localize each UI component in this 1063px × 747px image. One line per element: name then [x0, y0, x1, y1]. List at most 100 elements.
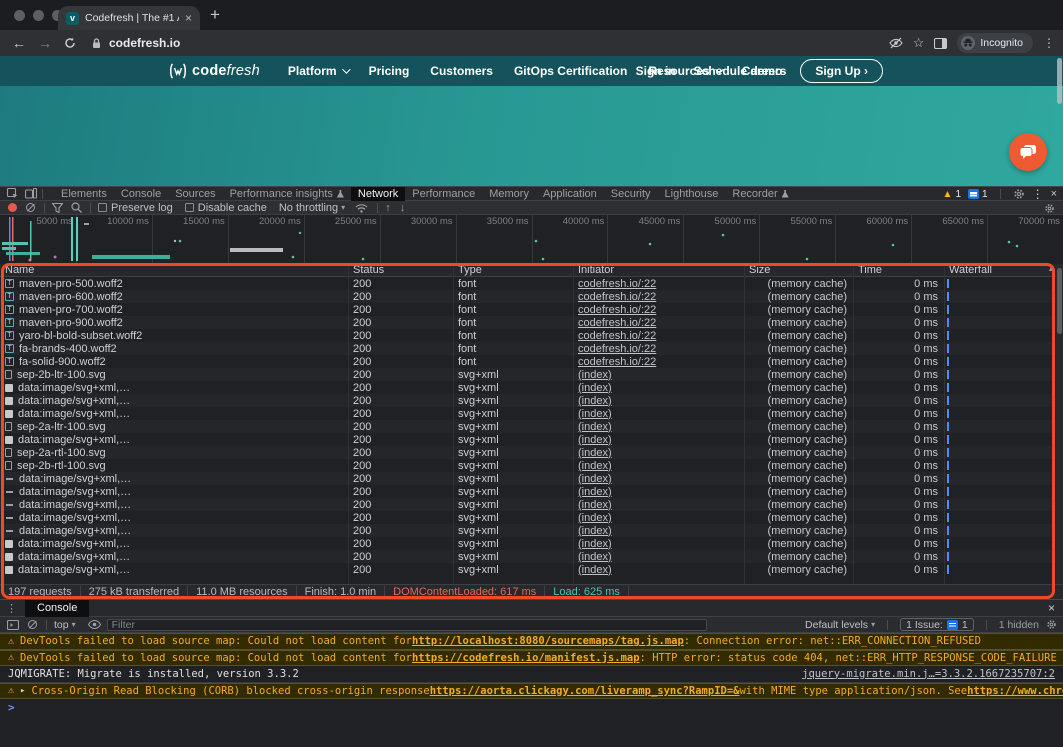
window-close-button[interactable] — [14, 10, 25, 21]
context-selector-dropdown[interactable]: top ▾ — [54, 619, 76, 631]
disable-cache-checkbox[interactable]: Disable cache — [185, 202, 267, 214]
drawer-menu-icon[interactable]: ⋮ — [6, 602, 17, 615]
throttling-dropdown[interactable]: No throttling ▾ — [279, 202, 345, 214]
browser-menu-icon[interactable]: ⋮ — [1043, 36, 1055, 50]
tab-elements[interactable]: Elements — [54, 187, 114, 201]
column-header-type[interactable]: Type — [453, 264, 573, 276]
inspect-element-icon[interactable] — [7, 188, 18, 199]
initiator-link[interactable]: (index) — [578, 525, 612, 537]
table-row[interactable]: fa-brands-400.woff2200fontcodefresh.io/:… — [0, 342, 1063, 355]
network-settings-gear-icon[interactable] — [1044, 203, 1055, 214]
table-row[interactable]: data:image/svg+xml,…200svg+xml(index)(me… — [0, 472, 1063, 485]
initiator-link[interactable]: codefresh.io/:22 — [578, 330, 656, 342]
tab-lighthouse[interactable]: Lighthouse — [658, 187, 726, 201]
tab-security[interactable]: Security — [604, 187, 658, 201]
initiator-link[interactable]: (index) — [578, 473, 612, 485]
column-divider[interactable] — [453, 264, 454, 584]
tab-application[interactable]: Application — [536, 187, 604, 201]
column-header-time[interactable]: Time — [853, 264, 944, 276]
chat-widget-button[interactable] — [1009, 133, 1047, 171]
table-row[interactable]: maven-pro-900.woff2200fontcodefresh.io/:… — [0, 316, 1063, 329]
tab-recorder[interactable]: Recorder — [725, 187, 795, 201]
console-filter-input[interactable] — [107, 619, 707, 631]
table-row[interactable]: data:image/svg+xml,…200svg+xml(index)(me… — [0, 485, 1063, 498]
codefresh-logo[interactable]: codefresh — [168, 62, 260, 80]
page-scrollbar[interactable] — [1057, 58, 1062, 104]
initiator-link[interactable]: (index) — [578, 564, 612, 576]
back-icon[interactable]: ← — [12, 35, 26, 51]
new-tab-button[interactable]: + — [210, 6, 220, 23]
nav-item-pricing[interactable]: Pricing — [369, 64, 410, 78]
tab-memory[interactable]: Memory — [482, 187, 536, 201]
preserve-log-checkbox[interactable]: Preserve log — [98, 202, 173, 214]
issues-counter[interactable]: 1 Issue: 1 — [900, 618, 974, 631]
console-message[interactable]: JQMIGRATE: Migrate is installed, version… — [0, 666, 1063, 683]
table-row[interactable]: fa-solid-900.woff2200fontcodefresh.io/:2… — [0, 355, 1063, 368]
table-scrollbar[interactable] — [1056, 264, 1063, 584]
column-divider[interactable] — [573, 264, 574, 584]
live-expression-eye-icon[interactable] — [88, 620, 101, 629]
initiator-link[interactable]: (index) — [578, 434, 612, 446]
column-divider[interactable] — [348, 264, 349, 584]
url-text[interactable]: codefresh.io — [109, 36, 180, 50]
tab-network[interactable]: Network — [351, 187, 405, 201]
table-row[interactable]: data:image/svg+xml,…200svg+xml(index)(me… — [0, 550, 1063, 563]
message-source-link[interactable]: jquery-migrate.min.j…=3.3.2.1667235707:2 — [802, 668, 1055, 680]
initiator-link[interactable]: codefresh.io/:22 — [578, 343, 656, 355]
record-network-log-icon[interactable] — [8, 203, 17, 212]
schedule-demo-link[interactable]: Schedule demo — [694, 64, 783, 78]
table-row[interactable]: data:image/svg+xml,…200svg+xml(index)(me… — [0, 381, 1063, 394]
tab-close-icon[interactable]: × — [185, 11, 192, 25]
devtools-close-icon[interactable]: × — [1051, 188, 1057, 200]
message-link[interactable]: https://codefresh.io/manifest.js.map — [412, 652, 640, 664]
table-row[interactable]: data:image/svg+xml,…200svg+xml(index)(me… — [0, 537, 1063, 550]
table-row[interactable]: maven-pro-700.woff2200fontcodefresh.io/:… — [0, 303, 1063, 316]
initiator-link[interactable]: (index) — [578, 382, 612, 394]
initiator-link[interactable]: (index) — [578, 408, 612, 420]
eye-off-icon[interactable] — [889, 37, 903, 49]
initiator-link[interactable]: (index) — [578, 460, 612, 472]
network-overview-timeline[interactable]: 5000 ms10000 ms15000 ms20000 ms25000 ms3… — [0, 215, 1063, 263]
side-panel-icon[interactable] — [934, 38, 947, 49]
message-link[interactable]: https://www.chromestatus.com/feature/562… — [967, 685, 1063, 697]
window-minimize-button[interactable] — [33, 10, 44, 21]
table-row[interactable]: maven-pro-500.woff2200fontcodefresh.io/:… — [0, 277, 1063, 290]
initiator-link[interactable]: (index) — [578, 512, 612, 524]
drawer-close-icon[interactable]: × — [1048, 601, 1055, 615]
devtools-settings-gear-icon[interactable] — [1013, 188, 1025, 200]
tab-console[interactable]: Console — [114, 187, 168, 201]
initiator-link[interactable]: (index) — [578, 421, 612, 433]
devtools-menu-icon[interactable]: ⋮ — [1032, 187, 1044, 201]
initiator-link[interactable]: (index) — [578, 369, 612, 381]
console-message[interactable]: ⚠▸Cross-Origin Read Blocking (CORB) bloc… — [0, 683, 1063, 700]
clear-network-log-icon[interactable] — [26, 203, 35, 212]
initiator-link[interactable]: (index) — [578, 538, 612, 550]
initiator-link[interactable]: codefresh.io/:22 — [578, 291, 656, 303]
table-row[interactable]: sep-2a-ltr-100.svg200svg+xml(index)(memo… — [0, 420, 1063, 433]
console-message[interactable]: ⚠DevTools failed to load source map: Cou… — [0, 633, 1063, 650]
table-row[interactable]: sep-2a-rtl-100.svg200svg+xml(index)(memo… — [0, 446, 1063, 459]
network-conditions-icon[interactable] — [355, 203, 368, 213]
initiator-link[interactable]: (index) — [578, 499, 612, 511]
table-row[interactable]: data:image/svg+xml,…200svg+xml(index)(me… — [0, 563, 1063, 576]
scrollbar-thumb[interactable] — [1057, 268, 1062, 334]
tab-sources[interactable]: Sources — [168, 187, 222, 201]
console-warning-icon[interactable]: ▲ — [943, 189, 953, 200]
nav-item-gitops-certification[interactable]: GitOps Certification — [514, 64, 627, 78]
table-row[interactable]: data:image/svg+xml,…200svg+xml(index)(me… — [0, 524, 1063, 537]
table-row[interactable]: yaro-bl-bold-subset.woff2200fontcodefres… — [0, 329, 1063, 342]
column-divider[interactable] — [853, 264, 854, 584]
column-divider[interactable] — [744, 264, 745, 584]
initiator-link[interactable]: (index) — [578, 551, 612, 563]
initiator-link[interactable]: (index) — [578, 486, 612, 498]
filter-funnel-icon[interactable] — [52, 203, 63, 213]
console-message[interactable]: ⚠DevTools failed to load source map: Cou… — [0, 650, 1063, 667]
device-toolbar-icon[interactable] — [25, 188, 37, 199]
message-link[interactable]: http://localhost:8080/sourcemaps/tag.js.… — [412, 635, 684, 647]
table-row[interactable]: data:image/svg+xml,…200svg+xml(index)(me… — [0, 498, 1063, 511]
table-row[interactable]: data:image/svg+xml,…200svg+xml(index)(me… — [0, 511, 1063, 524]
export-har-icon[interactable]: ↓ — [400, 202, 406, 214]
issues-icon[interactable] — [968, 189, 979, 199]
nav-item-customers[interactable]: Customers — [430, 64, 493, 78]
initiator-link[interactable]: (index) — [578, 447, 612, 459]
